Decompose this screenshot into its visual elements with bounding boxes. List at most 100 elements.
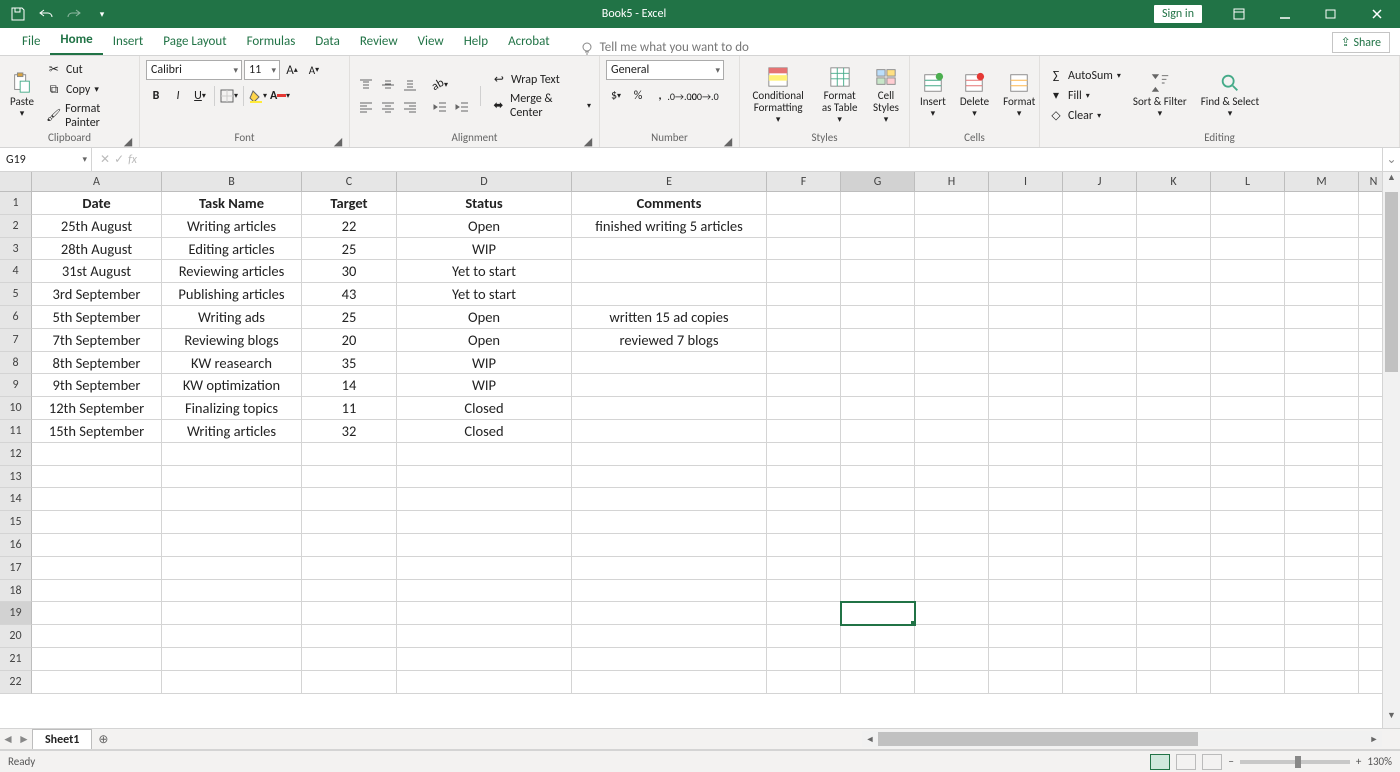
align-left-button[interactable] [356,97,376,117]
align-middle-button[interactable] [378,75,398,95]
percent-format-button[interactable]: % [628,86,648,106]
cell-D13[interactable] [397,466,572,489]
cell-A3[interactable]: 28th August [32,238,162,261]
row-header-5[interactable]: 5 [0,283,32,306]
column-header-B[interactable]: B [162,172,302,191]
cell-K19[interactable] [1137,602,1211,625]
cell-D20[interactable] [397,625,572,648]
cell-L21[interactable] [1211,648,1285,671]
cell-I12[interactable] [989,443,1063,466]
row-header-15[interactable]: 15 [0,511,32,534]
cell-G20[interactable] [841,625,915,648]
cell-H17[interactable] [915,557,989,580]
cell-E18[interactable] [572,580,767,603]
column-header-A[interactable]: A [32,172,162,191]
cell-I1[interactable] [989,192,1063,215]
cell-M2[interactable] [1285,215,1359,238]
cell-H10[interactable] [915,397,989,420]
cell-M6[interactable] [1285,306,1359,329]
cell-C19[interactable] [302,602,397,625]
cell-A16[interactable] [32,534,162,557]
cell-I19[interactable] [989,602,1063,625]
align-center-button[interactable] [378,97,398,117]
formula-input[interactable] [145,148,1382,171]
cell-M21[interactable] [1285,648,1359,671]
cell-B4[interactable]: Reviewing articles [162,260,302,283]
cell-D4[interactable]: Yet to start [397,260,572,283]
cell-L10[interactable] [1211,397,1285,420]
cell-H21[interactable] [915,648,989,671]
cell-A21[interactable] [32,648,162,671]
cell-J2[interactable] [1063,215,1137,238]
cell-I7[interactable] [989,329,1063,352]
ribbon-display-icon[interactable] [1216,0,1262,28]
cell-M7[interactable] [1285,329,1359,352]
format-cells-button[interactable]: Format▾ [999,70,1039,121]
cell-G9[interactable] [841,374,915,397]
cell-D10[interactable]: Closed [397,397,572,420]
cell-M4[interactable] [1285,260,1359,283]
cell-F7[interactable] [767,329,841,352]
row-header-6[interactable]: 6 [0,306,32,329]
cell-E15[interactable] [572,511,767,534]
row-header-11[interactable]: 11 [0,420,32,443]
cell-L19[interactable] [1211,602,1285,625]
cell-D2[interactable]: Open [397,215,572,238]
cell-B6[interactable]: Writing ads [162,306,302,329]
increase-indent-button[interactable] [452,97,472,117]
cell-C3[interactable]: 25 [302,238,397,261]
new-sheet-button[interactable]: ⊕ [92,729,114,749]
cell-M17[interactable] [1285,557,1359,580]
cell-K22[interactable] [1137,671,1211,694]
cell-L7[interactable] [1211,329,1285,352]
cell-H11[interactable] [915,420,989,443]
cell-G22[interactable] [841,671,915,694]
cell-I3[interactable] [989,238,1063,261]
cell-E4[interactable] [572,260,767,283]
cell-A11[interactable]: 15th September [32,420,162,443]
cell-D15[interactable] [397,511,572,534]
cell-F15[interactable] [767,511,841,534]
insert-cells-button[interactable]: Insert▾ [916,70,950,121]
cell-D9[interactable]: WIP [397,374,572,397]
cell-A9[interactable]: 9th September [32,374,162,397]
select-all-corner[interactable] [0,172,32,191]
cell-B17[interactable] [162,557,302,580]
row-header-21[interactable]: 21 [0,648,32,671]
cell-H3[interactable] [915,238,989,261]
cell-I17[interactable] [989,557,1063,580]
cell-C16[interactable] [302,534,397,557]
scroll-right-icon[interactable]: ► [1366,734,1382,745]
italic-button[interactable]: I [168,86,188,106]
cell-G6[interactable] [841,306,915,329]
cell-I18[interactable] [989,580,1063,603]
enter-formula-icon[interactable]: ✓ [114,152,124,167]
cell-I20[interactable] [989,625,1063,648]
cell-L5[interactable] [1211,283,1285,306]
cell-C13[interactable] [302,466,397,489]
cell-E7[interactable]: reviewed 7 blogs [572,329,767,352]
cell-E10[interactable] [572,397,767,420]
cell-B21[interactable] [162,648,302,671]
cell-I2[interactable] [989,215,1063,238]
cell-E11[interactable] [572,420,767,443]
tab-view[interactable]: View [408,28,454,55]
cell-H6[interactable] [915,306,989,329]
column-header-K[interactable]: K [1137,172,1211,191]
cell-A6[interactable]: 5th September [32,306,162,329]
cell-H7[interactable] [915,329,989,352]
cell-J13[interactable] [1063,466,1137,489]
zoom-in-button[interactable]: + [1356,755,1361,768]
cell-J16[interactable] [1063,534,1137,557]
cell-L22[interactable] [1211,671,1285,694]
cell-D1[interactable]: Status [397,192,572,215]
cell-G2[interactable] [841,215,915,238]
cell-J22[interactable] [1063,671,1137,694]
cell-L9[interactable] [1211,374,1285,397]
cell-D18[interactable] [397,580,572,603]
row-header-20[interactable]: 20 [0,625,32,648]
cell-G12[interactable] [841,443,915,466]
cell-J10[interactable] [1063,397,1137,420]
cell-C10[interactable]: 11 [302,397,397,420]
cell-K18[interactable] [1137,580,1211,603]
